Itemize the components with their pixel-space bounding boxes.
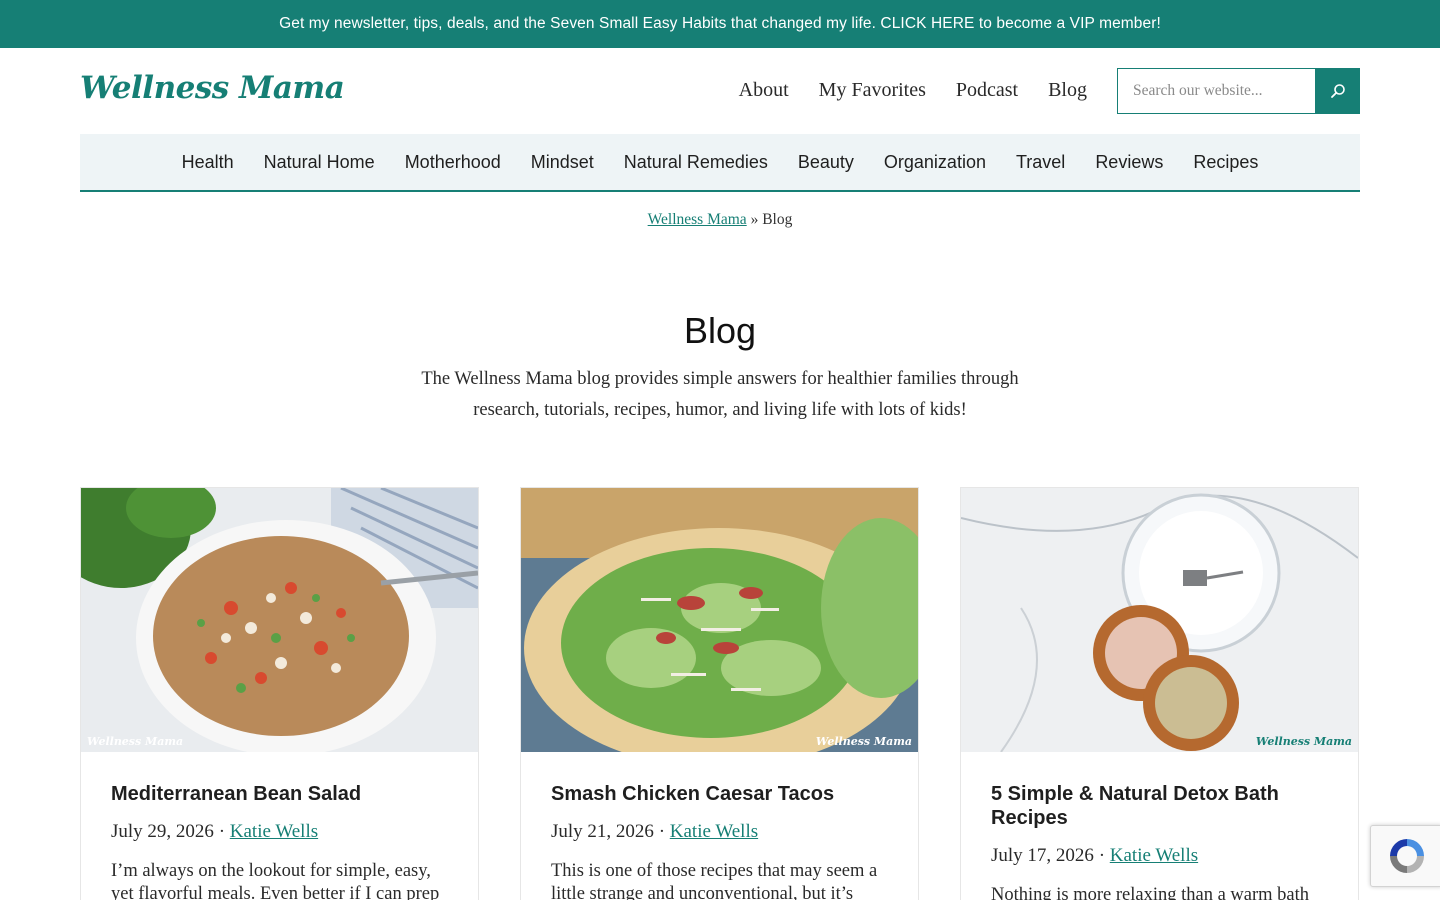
cat-mindset[interactable]: Mindset [531,152,594,173]
recaptcha-icon [1390,839,1424,873]
breadcrumb-current: Blog [762,211,793,228]
search-form [1117,68,1360,114]
post-excerpt: Nothing is more relaxing than a warm bat… [991,885,1310,900]
post-thumbnail-bean-salad[interactable]: Wellness Mama [81,488,478,752]
page-title: Blog [683,310,757,351]
cat-beauty[interactable]: Beauty [798,152,854,173]
post-thumbnail-detox-bath[interactable]: Wellness Mama [961,488,1358,752]
post-meta: July 17, 2026 · Katie Wells [991,845,1328,867]
post-card[interactable]: Wellness Mama Mediterranean Bean Salad J… [80,487,479,900]
top-nav: About My Favorites Podcast Blog [739,79,1087,102]
cat-reviews[interactable]: Reviews [1095,152,1163,173]
post-meta: July 21, 2026 · Katie Wells [551,821,888,843]
recaptcha-badge[interactable] [1370,825,1440,887]
post-title[interactable]: Smash Chicken Caesar Tacos [551,782,888,806]
site-logo[interactable]: Wellness Mama [80,70,345,106]
post-author-link[interactable]: Katie Wells [230,821,318,842]
nav-link-podcast[interactable]: Podcast [956,79,1018,102]
page-intro: The Wellness Mama blog provides simple a… [421,369,1019,420]
meta-separator: · [218,821,226,842]
breadcrumb-home-link[interactable]: Wellness Mama [648,211,747,228]
post-card[interactable]: Wellness Mama Smash Chicken Caesar Tacos… [520,487,919,900]
post-excerpt: This is one of those recipes that may se… [551,861,878,900]
post-card[interactable]: Wellness Mama 5 Simple & Natural Detox B… [960,487,1359,900]
cat-recipes[interactable]: Recipes [1193,152,1258,173]
post-thumbnail-caesar-tacos[interactable]: Wellness Mama [521,488,918,752]
cat-organization[interactable]: Organization [884,152,986,173]
cat-travel[interactable]: Travel [1016,152,1065,173]
post-title[interactable]: Mediterranean Bean Salad [111,782,448,806]
meta-separator: · [658,821,666,842]
nav-link-about[interactable]: About [739,79,789,102]
cat-health[interactable]: Health [182,152,234,173]
breadcrumb: Wellness Mama » Blog [0,211,1440,229]
cat-motherhood[interactable]: Motherhood [405,152,501,173]
cat-natural-remedies[interactable]: Natural Remedies [624,152,768,173]
post-meta: July 29, 2026 · Katie Wells [111,821,448,843]
post-excerpt: I’m always on the lookout for simple, ea… [111,861,440,900]
post-date: July 29, 2026 [111,821,214,842]
image-watermark: Wellness Mama [815,735,912,748]
nav-link-blog[interactable]: Blog [1048,79,1087,102]
post-date: July 21, 2026 [551,821,654,842]
post-author-link[interactable]: Katie Wells [1110,845,1198,866]
breadcrumb-separator: » [750,211,759,228]
cat-natural-home[interactable]: Natural Home [264,152,375,173]
search-input[interactable] [1117,68,1315,114]
search-icon [1330,84,1345,98]
nav-link-my-favorites[interactable]: My Favorites [819,79,926,102]
meta-separator: · [1098,845,1106,866]
post-title[interactable]: 5 Simple & Natural Detox Bath Recipes [991,782,1328,830]
site-header: Wellness Mama About My Favorites Podcast… [0,48,1440,134]
search-button[interactable] [1315,68,1360,114]
image-watermark: Wellness Mama [87,735,184,748]
post-date: July 17, 2026 [991,845,1094,866]
post-author-link[interactable]: Katie Wells [670,821,758,842]
category-nav: Health Natural Home Motherhood Mindset N… [80,134,1360,192]
image-watermark: Wellness Mama [1255,735,1352,748]
vip-newsletter-banner[interactable]: Get my newsletter, tips, deals, and the … [0,0,1440,48]
